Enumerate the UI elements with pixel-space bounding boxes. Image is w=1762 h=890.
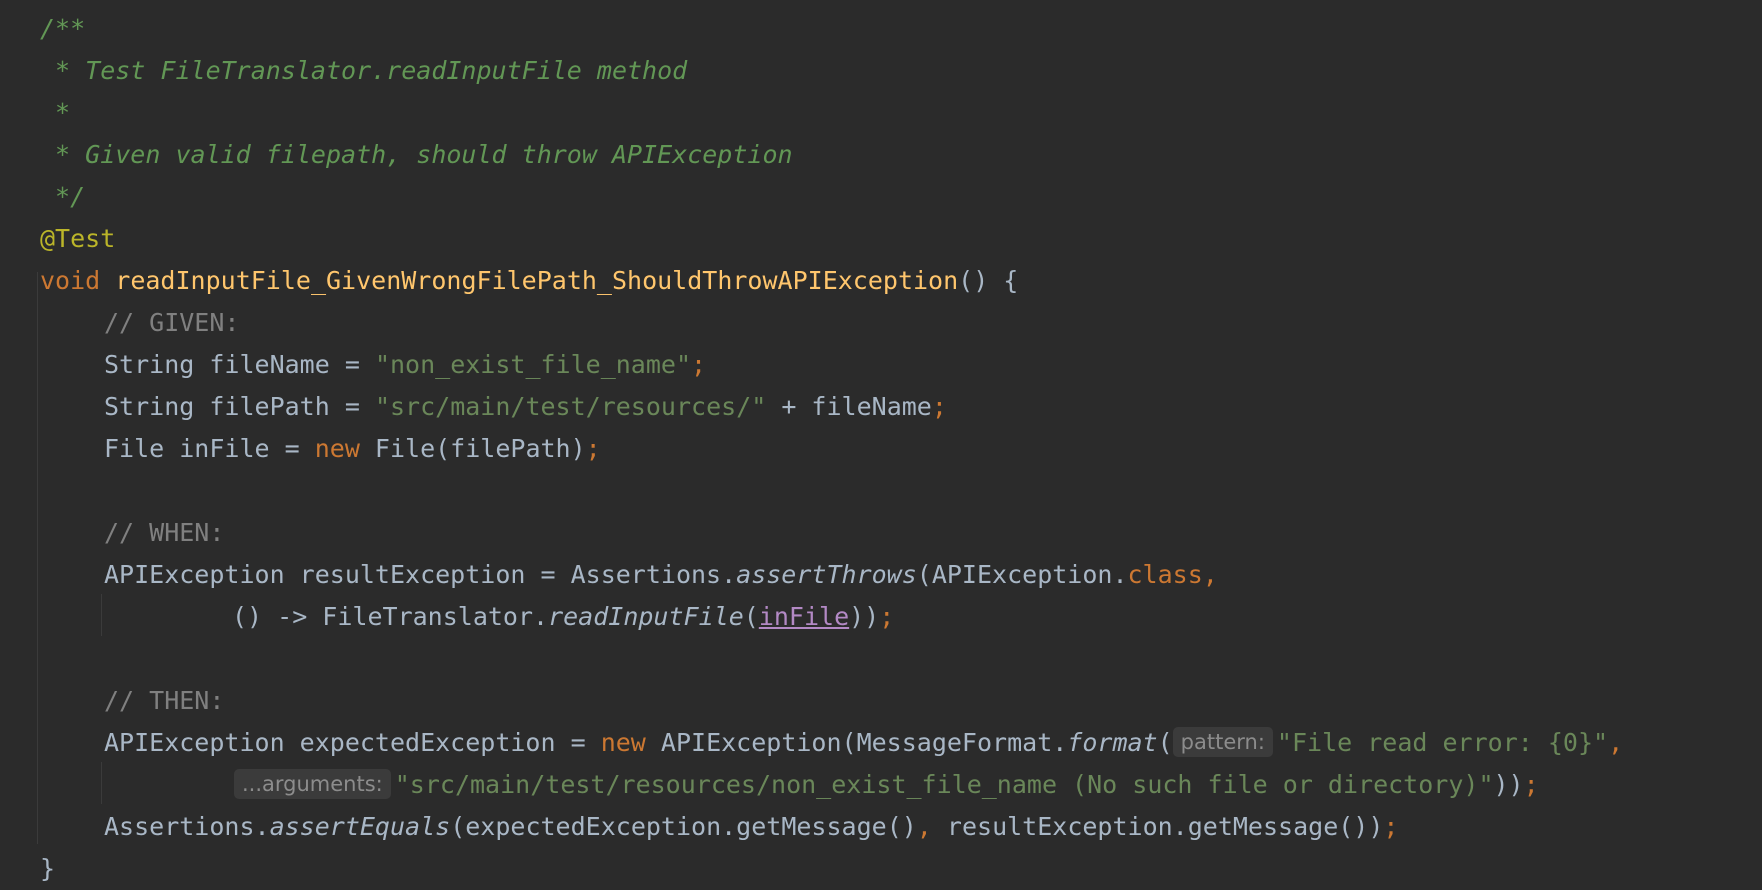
javadoc-line: * Test FileTranslator.readInputFile meth… <box>40 56 688 85</box>
comment-when: // WHEN: <box>104 518 225 547</box>
keyword-class: class <box>1127 560 1203 589</box>
keyword-new: new <box>314 434 360 463</box>
paren-open: ( <box>1157 728 1173 757</box>
javadoc-close: */ <box>40 182 86 211</box>
semicolon: ; <box>879 602 895 631</box>
comment-then: // THEN: <box>104 686 225 715</box>
declaration: File inFile = <box>104 434 315 463</box>
declaration: String fileName = <box>104 350 375 379</box>
constructor-call: APIException(MessageFormat. <box>645 728 1068 757</box>
indent-guide <box>37 272 38 844</box>
comma: , <box>916 812 932 841</box>
string-literal: "non_exist_file_name" <box>374 350 692 379</box>
declaration: APIException resultException = Assertion… <box>104 560 737 589</box>
method-name[interactable]: readInputFile_GivenWrongFilePath_ShouldT… <box>115 266 958 295</box>
argument-2: resultException.getMessage()) <box>931 812 1384 841</box>
declaration: APIException expectedException = <box>104 728 601 757</box>
javadoc-open: /** <box>40 14 86 43</box>
code-line-infile: File inFile = new File(filePath); <box>104 428 601 470</box>
comment-given: // GIVEN: <box>104 308 240 337</box>
paren-close: )) <box>849 602 880 631</box>
keyword-new: new <box>600 728 646 757</box>
declaration: String filePath = <box>104 392 375 421</box>
code-line-filename: String fileName = "non_exist_file_name"; <box>104 344 706 386</box>
lambda-head: () -> FileTranslator. <box>232 602 549 631</box>
code-line-assert: Assertions.assertEquals(expectedExceptio… <box>104 806 1398 848</box>
method-assert-throws[interactable]: assertThrows <box>736 560 917 589</box>
string-literal: "src/main/test/resources/" <box>374 392 767 421</box>
expression-tail: + fileName <box>766 392 932 421</box>
string-literal: "File read error: {0}" <box>1276 728 1609 757</box>
method-signature: void readInputFile_GivenWrongFilePath_Sh… <box>40 260 1018 302</box>
code-line-arguments: ...arguments: "src/main/test/resources/no… <box>234 764 1539 806</box>
code-line-filepath: String filePath = "src/main/test/resourc… <box>104 386 947 428</box>
test-annotation: @Test <box>40 224 116 253</box>
javadoc-line: * <box>40 98 71 127</box>
parameter-hint-arguments: ...arguments: <box>234 769 391 799</box>
paren-close: )) <box>1493 770 1524 799</box>
semicolon: ; <box>931 392 947 421</box>
method-assert-equals[interactable]: assertEquals <box>270 812 451 841</box>
code-line-result: APIException resultException = Assertion… <box>104 554 1218 596</box>
javadoc-line: * Given valid filepath, should throw API… <box>40 140 793 169</box>
semicolon: ; <box>1523 770 1539 799</box>
semicolon: ; <box>691 350 707 379</box>
comma: , <box>1608 728 1624 757</box>
arguments: (APIException. <box>916 560 1128 589</box>
semicolon: ; <box>585 434 601 463</box>
parameter-hint-pattern: pattern: <box>1172 727 1273 757</box>
comma: , <box>1202 560 1218 589</box>
code-editor[interactable]: /** * Test FileTranslator.readInputFile … <box>0 0 1762 886</box>
captured-variable-infile[interactable]: inFile <box>759 602 849 631</box>
constructor-call: File(filePath) <box>359 434 586 463</box>
argument-1: (expectedException.getMessage() <box>450 812 917 841</box>
semicolon: ; <box>1383 812 1399 841</box>
closing-brace: } <box>40 854 56 883</box>
keyword-void: void <box>40 266 101 295</box>
method-read-input-file[interactable]: readInputFile <box>548 602 744 631</box>
indent-guide <box>101 762 102 804</box>
code-line-expected: APIException expectedException = new API… <box>104 722 1623 764</box>
code-line-lambda: () -> FileTranslator.readInputFile(inFil… <box>232 596 894 638</box>
class-reference: Assertions. <box>104 812 270 841</box>
signature-tail: () { <box>958 266 1019 295</box>
method-format[interactable]: format <box>1067 728 1157 757</box>
paren-open: ( <box>743 602 759 631</box>
string-literal: "src/main/test/resources/non_exist_file_… <box>394 770 1494 799</box>
indent-guide <box>101 594 102 636</box>
